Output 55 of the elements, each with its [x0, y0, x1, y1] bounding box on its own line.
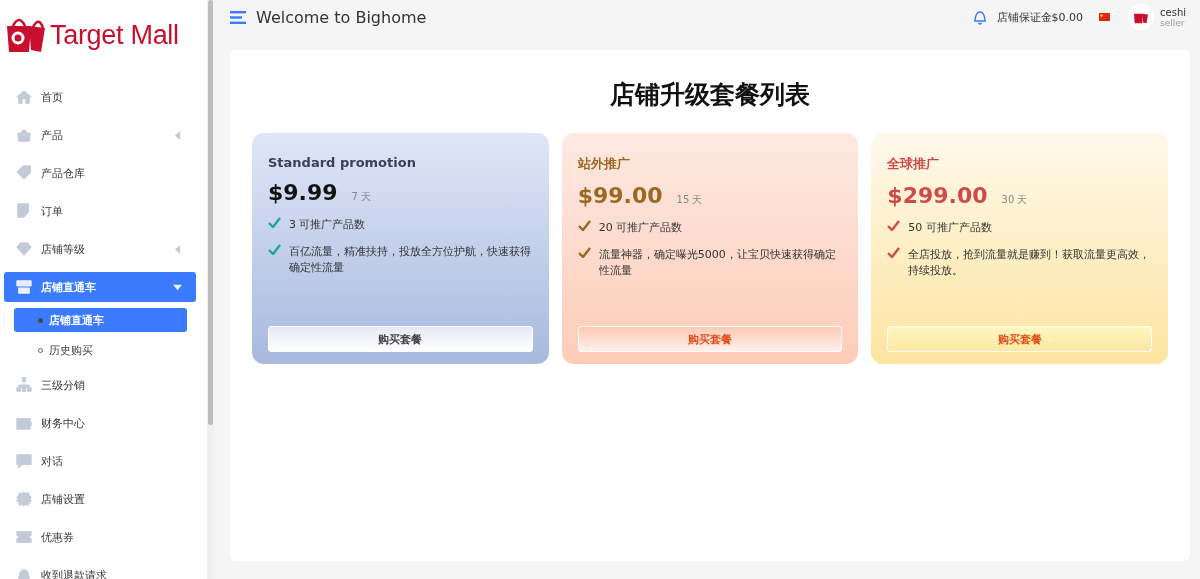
menu-icon[interactable]: [230, 10, 246, 24]
sidebar-item[interactable]: 产品: [4, 120, 196, 150]
hierarchy-icon: [15, 376, 33, 394]
ticket-icon: [15, 528, 33, 546]
plan-price: $9.99: [268, 180, 338, 205]
sidebar-item[interactable]: 首页: [4, 82, 196, 112]
plan-price: $99.00: [577, 183, 663, 208]
notification-bell-icon[interactable]: [972, 9, 987, 25]
plan-name: 全球推广: [887, 155, 941, 173]
page-title: 店铺升级套餐列表: [609, 79, 811, 111]
check-icon: [887, 246, 901, 258]
sidebar-item[interactable]: 店铺等级: [4, 234, 196, 264]
flag-icon[interactable]: [1099, 13, 1110, 21]
plan-feature: 流量神器，确定曝光5000，让宝贝快速获得确定性流量: [598, 246, 837, 279]
plan-feature: 全店投放，抢到流量就是赚到！获取流量更高效，持续投放。: [908, 246, 1152, 279]
buy-plan-button[interactable]: 购买套餐: [268, 326, 533, 352]
sidebar-subitem[interactable]: 店铺直通车: [14, 308, 187, 332]
user-name: ceshi: [1160, 6, 1186, 18]
tag-icon: [15, 164, 33, 182]
plan-feature: 百亿流量，精准扶持，投放全方位护航，快速获得确定性流量: [289, 243, 532, 276]
plan-feature: 3 可推广产品数: [289, 217, 366, 233]
header-title: Welcome to Bighome: [256, 7, 427, 27]
sidebar-subitem[interactable]: 历史购买: [14, 338, 187, 362]
plan-duration: 30 天: [1001, 193, 1028, 207]
avatar[interactable]: [1128, 4, 1154, 30]
sidebar-item[interactable]: 店铺设置: [4, 484, 196, 514]
check-icon: [577, 246, 591, 258]
check-icon: [577, 220, 591, 231]
sidebar-item[interactable]: 对话: [4, 446, 196, 476]
logo-bags-icon: [5, 16, 47, 54]
home-icon: [15, 88, 33, 106]
gear-icon: [15, 490, 33, 508]
sidebar-item[interactable]: 财务中心: [4, 408, 196, 438]
plan-price: $299.00: [887, 183, 988, 208]
chat-icon: [15, 452, 33, 470]
check-icon: [268, 243, 281, 255]
sidebar-item[interactable]: 订单: [4, 196, 196, 226]
check-icon: [887, 220, 901, 231]
sidebar-item[interactable]: 产品仓库: [4, 158, 196, 188]
sidebar-item[interactable]: 优惠券: [4, 522, 196, 552]
logo-text: Target Mall: [50, 19, 179, 51]
plan-name: Standard promotion: [268, 155, 417, 170]
sidebar-item[interactable]: 三级分销: [4, 370, 196, 400]
bell-icon: [15, 566, 33, 579]
user-role: seller: [1160, 17, 1186, 28]
plan-name: 站外推广: [577, 155, 631, 173]
diamond-icon: [15, 240, 33, 258]
sidebar-item[interactable]: 店铺直通车: [4, 272, 196, 302]
plan-duration: 15 天: [676, 193, 703, 207]
plan-feature: 50 可推广产品数: [908, 220, 992, 236]
plan-feature: 20 可推广产品数: [598, 220, 683, 236]
store-icon: [15, 278, 33, 296]
check-icon: [268, 217, 281, 228]
plan-duration: 7 天: [351, 190, 372, 204]
deposit-text: 店铺保证金$0.00: [996, 9, 1083, 25]
